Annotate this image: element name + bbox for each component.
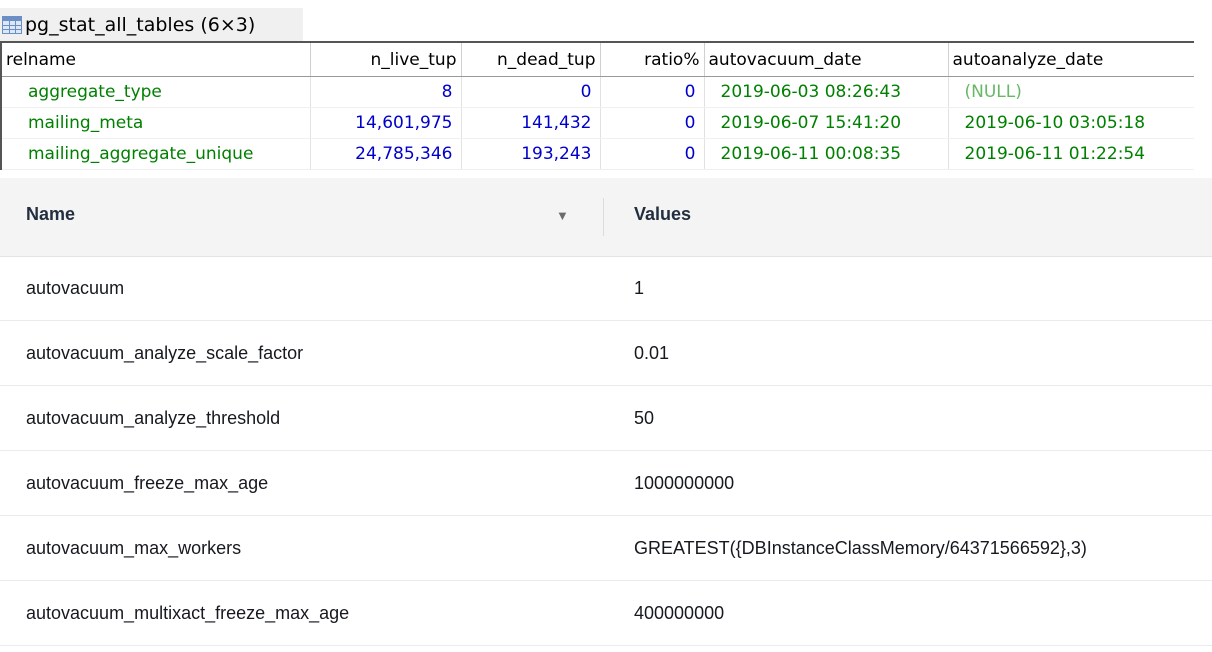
cell-autoanalyze-date[interactable]: 2019-06-10 03:05:18 [947, 107, 1194, 139]
cell-n-live-tup[interactable]: 8 [309, 76, 461, 108]
cell-ratio[interactable]: 0 [599, 138, 704, 170]
cell-autovacuum-date[interactable]: 2019-06-07 15:41:20 [703, 107, 948, 139]
cell-autoanalyze-date[interactable]: (NULL) [947, 76, 1194, 108]
column-header-n-live-tup[interactable]: n_live_tup [309, 41, 461, 77]
param-name: autovacuum [26, 278, 125, 298]
cell-relname[interactable]: mailing_aggregate_unique [0, 138, 310, 170]
column-header-autoanalyze-date[interactable]: autoanalyze_date [947, 41, 1194, 77]
cell-n-live-tup[interactable]: 24,785,346 [309, 138, 461, 170]
parameters-table-header: Name ▼ Values [0, 178, 1212, 257]
param-name: autovacuum_max_workers [26, 538, 242, 558]
param-name: autovacuum_analyze_scale_factor [26, 343, 304, 363]
table-row[interactable]: autovacuum_multixact_freeze_max_age 4000… [0, 581, 1212, 646]
table-row[interactable]: mailing_meta 14,601,975 141,432 0 2019-0… [0, 107, 1194, 139]
table-row[interactable]: mailing_aggregate_unique 24,785,346 193,… [0, 138, 1194, 170]
column-header-name[interactable]: Name [26, 204, 75, 225]
cell-n-dead-tup[interactable]: 193,243 [460, 138, 600, 170]
column-header-autovacuum-date[interactable]: autovacuum_date [703, 41, 948, 77]
param-name: autovacuum_multixact_freeze_max_age [26, 603, 350, 623]
table-row[interactable]: aggregate_type 8 0 0 2019-06-03 08:26:43… [0, 76, 1194, 108]
param-value: GREATEST({DBInstanceClassMemory/64371566… [634, 538, 1087, 558]
cell-autoanalyze-date[interactable]: 2019-06-11 01:22:54 [947, 138, 1194, 170]
sort-descending-icon[interactable]: ▼ [556, 208, 569, 223]
table-grid-icon [2, 15, 22, 34]
param-value: 50 [634, 408, 655, 428]
cell-n-dead-tup[interactable]: 141,432 [460, 107, 600, 139]
cell-relname[interactable]: aggregate_type [0, 76, 310, 108]
cell-ratio[interactable]: 0 [599, 107, 704, 139]
result-title-bar: pg_stat_all_tables (6×3) [0, 8, 303, 41]
column-header-ratio[interactable]: ratio% [599, 41, 704, 77]
column-divider[interactable] [603, 198, 604, 236]
result-title: pg_stat_all_tables (6×3) [25, 13, 256, 36]
cell-autovacuum-date[interactable]: 2019-06-11 00:08:35 [703, 138, 948, 170]
param-name: autovacuum_freeze_max_age [26, 473, 269, 493]
param-value: 1000000000 [634, 473, 735, 493]
cell-relname[interactable]: mailing_meta [0, 107, 310, 139]
param-value: 400000000 [634, 603, 725, 623]
table-row[interactable]: autovacuum_freeze_max_age 1000000000 [0, 451, 1212, 516]
cell-n-dead-tup[interactable]: 0 [460, 76, 600, 108]
column-header-values[interactable]: Values [634, 204, 691, 225]
query-result-panel: pg_stat_all_tables (6×3) relname n_live_… [0, 0, 1212, 178]
cell-ratio[interactable]: 0 [599, 76, 704, 108]
column-header-n-dead-tup[interactable]: n_dead_tup [460, 41, 600, 77]
result-header-row: relname n_live_tup n_dead_tup ratio% aut… [0, 41, 1194, 77]
table-row[interactable]: autovacuum_analyze_scale_factor 0.01 [0, 321, 1212, 386]
column-header-relname[interactable]: relname [0, 41, 310, 77]
param-value: 1 [634, 278, 645, 298]
table-row[interactable]: autovacuum_analyze_threshold 50 [0, 386, 1212, 451]
param-value: 0.01 [634, 343, 670, 363]
table-row[interactable]: autovacuum 1 [0, 256, 1212, 321]
cell-n-live-tup[interactable]: 14,601,975 [309, 107, 461, 139]
table-row[interactable]: autovacuum_max_workers GREATEST({DBInsta… [0, 516, 1212, 581]
result-grid: relname n_live_tup n_dead_tup ratio% aut… [0, 41, 1194, 170]
cell-autovacuum-date[interactable]: 2019-06-03 08:26:43 [703, 76, 948, 108]
parameters-table: Name ▼ Values autovacuum 1 autovacuum_an… [0, 178, 1212, 652]
param-name: autovacuum_analyze_threshold [26, 408, 281, 428]
